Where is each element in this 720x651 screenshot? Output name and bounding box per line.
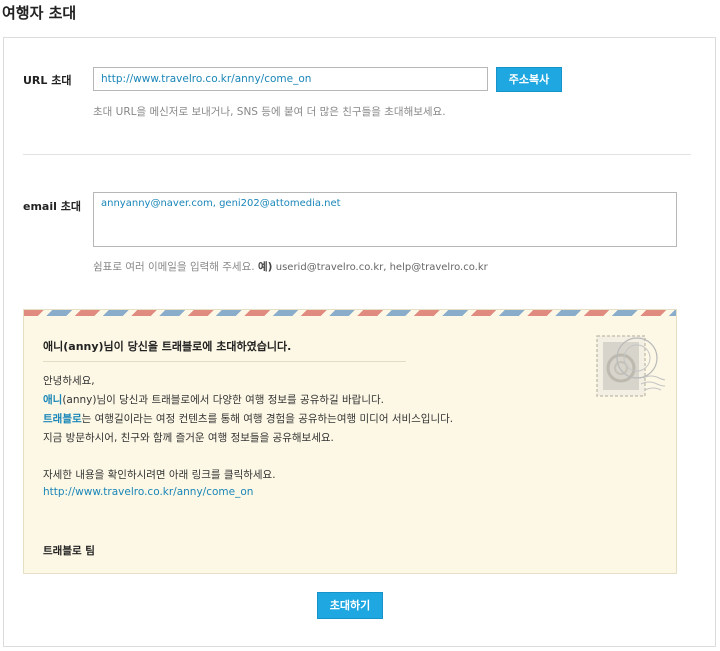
copy-address-button[interactable]: 주소복사 — [496, 67, 562, 92]
postage-stamp-icon — [596, 335, 665, 397]
letter-signature: 트래블로 팀 — [43, 545, 95, 557]
page-title: 여행자 초대 — [2, 4, 77, 22]
letter-line-4: 자세한 내용을 확인하시려면 아래 링크를 클릭하세요. — [43, 469, 276, 481]
email-invite-label: email 초대 — [23, 200, 81, 213]
email-input[interactable]: annyanny@naver.com, geni202@attomedia.ne… — [93, 192, 677, 247]
email-hint-example-label: 예) — [257, 261, 273, 273]
invite-button[interactable]: 초대하기 — [317, 592, 383, 619]
airmail-border — [24, 310, 676, 316]
email-hint-text: 쉼표로 여러 이메일을 입력해 주세요. — [93, 261, 255, 273]
invitation-letter-preview: 애니(anny)님이 당신을 트래블로에 초대하였습니다. 안녕하세요, 애니(… — [23, 309, 677, 574]
letter-heading: 애니(anny)님이 당신을 트래블로에 초대하였습니다. — [43, 340, 292, 353]
letter-greeting: 안녕하세요, — [43, 375, 95, 387]
url-invite-label: URL 초대 — [23, 74, 72, 87]
email-hint: 쉼표로 여러 이메일을 입력해 주세요. 예) userid@travelro.… — [93, 259, 488, 274]
letter-inviter-name: 애니 — [43, 394, 63, 406]
letter-invite-link[interactable]: http://www.travelro.co.kr/anny/come_on — [43, 486, 253, 498]
letter-line-2: 트래블로는 여행길이라는 여정 컨텐츠를 통해 여행 경험을 공유하는여행 미디… — [43, 411, 453, 426]
invite-url-field[interactable]: http://www.travelro.co.kr/anny/come_on — [93, 67, 488, 91]
email-hint-example: userid@travelro.co.kr, help@travelro.co.… — [275, 262, 488, 273]
letter-brand-name: 트래블로 — [43, 413, 82, 425]
letter-line-2-text: 는 여행길이라는 여정 컨텐츠를 통해 여행 경험을 공유하는여행 미디어 서비… — [81, 413, 454, 425]
letter-line-3: 지금 방문하시어, 친구와 함께 즐거운 여행 정보들을 공유해보세요. — [43, 432, 334, 444]
letter-line-1-text: (anny)님이 당신과 트래블로에서 다양한 여행 정보를 공유하길 바랍니다… — [62, 394, 384, 406]
letter-heading-rule — [43, 361, 406, 362]
letter-line-1: 애니(anny)님이 당신과 트래블로에서 다양한 여행 정보를 공유하길 바랍… — [43, 392, 384, 407]
section-divider — [23, 154, 691, 155]
url-hint: 초대 URL을 메신저로 보내거나, SNS 등에 붙여 더 많은 친구들을 초… — [93, 106, 446, 118]
